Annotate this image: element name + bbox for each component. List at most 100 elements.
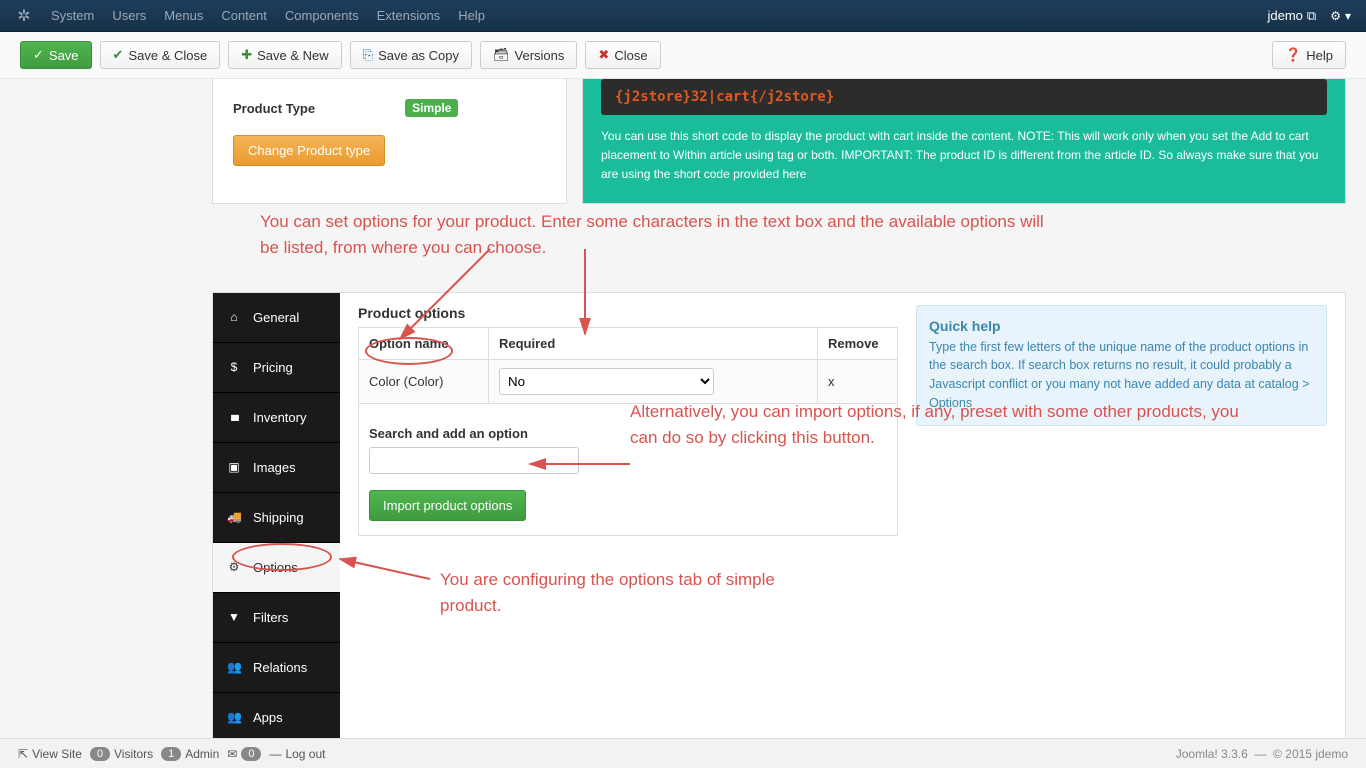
action-toolbar: ✓ Save ✔ Save & Close ✚ Save & New ⎘ Sav… [0,32,1366,79]
options-main-panel: Product options Option name Required Rem… [340,293,1345,743]
sidebar-item-label: Pricing [253,360,293,375]
sidebar-item-label: Images [253,460,296,475]
product-type-label: Product Type [233,101,315,116]
navbar-right: jdemo ⧉ ⚙ ▾ [1267,8,1351,24]
users-icon: 👥 [227,660,241,674]
help-icon: ❓ [1285,47,1301,63]
required-cell: No [489,359,818,403]
upper-row: Product Type Simple Change Product type … [212,79,1346,204]
messages-badge: 0 [241,747,261,761]
sidebar-item-relations[interactable]: 👥 Relations [213,643,340,693]
caret-down-icon: ▾ [1345,9,1351,23]
image-icon: ▣ [227,460,241,474]
joomla-version: Joomla! 3.3.6 [1176,747,1248,761]
status-left: ⇱ View Site 0 Visitors 1 Admin ✉ 0 — Log… [18,747,326,761]
copyright: © 2015 jdemo [1273,747,1348,761]
annotation-tab-help: You are configuring the options tab of s… [440,567,790,618]
nav-help[interactable]: Help [458,8,485,23]
save-copy-label: Save as Copy [378,48,459,63]
nav-extensions[interactable]: Extensions [377,8,441,23]
filter-icon: ▼ [227,610,241,624]
sidebar-item-label: Options [253,560,298,575]
sidebar-item-images[interactable]: ▣ Images [213,443,340,493]
required-select[interactable]: No [499,368,714,395]
minus-icon: — [269,747,281,761]
status-right: Joomla! 3.3.6 — © 2015 jdemo [1176,747,1348,761]
dollar-icon: $ [227,360,241,374]
sidebar-item-label: Shipping [253,510,304,525]
product-tabs-sidebar: ⌂ General $ Pricing ▮▮▮ Inventory ▣ Imag… [213,293,340,743]
admin-label: Admin [185,747,219,761]
nav-components[interactable]: Components [285,8,359,23]
nav-system[interactable]: System [51,8,94,23]
external-icon: ⇱ [18,747,28,761]
admin-badge: 1 [161,747,181,761]
option-name-cell: Color (Color) [359,359,489,403]
messages-count[interactable]: ✉ 0 [227,747,261,761]
gear-icon: ⚙ [1330,9,1341,23]
sidebar-item-label: Relations [253,660,307,675]
status-bar: ⇱ View Site 0 Visitors 1 Admin ✉ 0 — Log… [0,738,1366,768]
save-new-label: Save & New [257,48,329,63]
admin-count[interactable]: 1 Admin [161,747,219,761]
sidebar-item-shipping[interactable]: 🚚 Shipping [213,493,340,543]
sidebar-item-label: Inventory [253,410,306,425]
username-label: jdemo [1267,8,1302,23]
sidebar-item-general[interactable]: ⌂ General [213,293,340,343]
sidebar-item-pricing[interactable]: $ Pricing [213,343,340,393]
save-copy-button[interactable]: ⎘ Save as Copy [350,41,472,69]
close-label: Close [614,48,647,63]
help-button[interactable]: ❓ Help [1272,41,1346,69]
lower-panel: ⌂ General $ Pricing ▮▮▮ Inventory ▣ Imag… [212,292,1346,744]
import-options-button[interactable]: Import product options [369,490,526,521]
sidebar-item-filters[interactable]: ▼ Filters [213,593,340,643]
sidebar-item-options[interactable]: ⚙ Options [213,543,340,593]
sidebar-item-label: Apps [253,710,283,725]
change-product-type-button[interactable]: Change Product type [233,135,385,166]
nav-menus[interactable]: Menus [164,8,203,23]
joomla-logo-icon[interactable]: ✲ [15,7,33,25]
copy-icon: ⎘ [363,47,373,63]
close-button[interactable]: ✖ Close [585,41,660,69]
save-close-button[interactable]: ✔ Save & Close [100,41,221,69]
shortcode-help-text: You can use this short code to display t… [601,127,1327,185]
logout-link[interactable]: — Log out [269,747,325,761]
apps-icon: 👥 [227,710,241,724]
visitors-badge: 0 [90,747,110,761]
nav-content[interactable]: Content [221,8,267,23]
home-icon: ⌂ [227,310,241,324]
save-button[interactable]: ✓ Save [20,41,92,69]
mail-icon: ✉ [227,747,237,761]
shortcode-display: {j2store}32|cart{/j2store} [601,79,1327,115]
user-menu[interactable]: jdemo ⧉ [1267,8,1316,24]
sidebar-item-inventory[interactable]: ▮▮▮ Inventory [213,393,340,443]
navbar-left: ✲ System Users Menus Content Components … [15,7,485,25]
product-type-card: Product Type Simple Change Product type [212,79,567,204]
annotation-import-help: Alternatively, you can import options, i… [630,399,1270,450]
view-site-link[interactable]: ⇱ View Site [18,747,82,761]
settings-menu[interactable]: ⚙ ▾ [1330,9,1351,23]
visitors-count[interactable]: 0 Visitors [90,747,153,761]
remove-cell[interactable]: x [818,359,898,403]
sidebar-item-label: Filters [253,610,288,625]
table-header-row: Option name Required Remove [359,327,898,359]
search-option-input[interactable] [369,447,579,474]
save-close-label: Save & Close [128,48,207,63]
sidebar-item-apps[interactable]: 👥 Apps [213,693,340,743]
truck-icon: 🚚 [227,510,241,524]
nav-users[interactable]: Users [112,8,146,23]
header-option-name: Option name [359,327,489,359]
save-label: Save [49,48,79,63]
header-required: Required [489,327,818,359]
options-title: Product options [358,293,898,327]
plus-icon: ✚ [241,47,252,63]
archive-icon: 🗃 [493,47,510,63]
quickhelp-title: Quick help [929,318,1314,334]
product-type-badge: Simple [405,99,458,117]
save-new-button[interactable]: ✚ Save & New [228,41,341,69]
sidebar-item-label: General [253,310,299,325]
header-remove: Remove [818,327,898,359]
options-table: Option name Required Remove Color (Color… [358,327,898,404]
check-icon: ✓ [33,47,44,63]
versions-button[interactable]: 🗃 Versions [480,41,577,69]
